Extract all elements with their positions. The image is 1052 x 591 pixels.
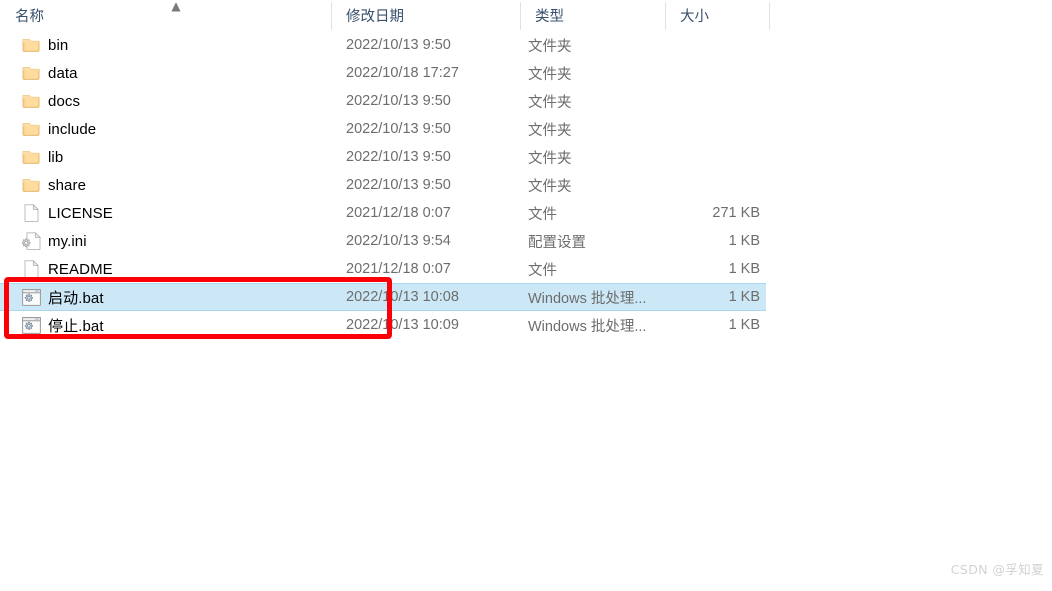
file-type-cell: 文件夹 bbox=[528, 38, 572, 55]
file-name-cell[interactable]: include bbox=[0, 115, 96, 143]
file-modified-cell: 2021/12/18 0:07 bbox=[346, 261, 451, 277]
file-modified-cell: 2022/10/18 17:27 bbox=[346, 65, 459, 81]
file-modified-cell: 2021/12/18 0:07 bbox=[346, 205, 451, 221]
column-divider[interactable] bbox=[769, 2, 770, 30]
file-row[interactable]: share 2022/10/13 9:50 文件夹 bbox=[0, 171, 766, 199]
file-size-cell: 271 KB bbox=[712, 205, 760, 221]
file-modified-cell: 2022/10/13 10:09 bbox=[346, 317, 459, 333]
file-row[interactable]: data 2022/10/18 17:27 文件夹 bbox=[0, 59, 766, 87]
file-list: bin 2022/10/13 9:50 文件夹 data 2022/10/18 17:2… bbox=[0, 31, 1052, 339]
file-type-cell: 文件 bbox=[528, 206, 557, 223]
file-name-label: 停止.bat bbox=[48, 317, 104, 335]
batch-file-icon bbox=[21, 287, 41, 307]
file-size-cell bbox=[600, 115, 760, 143]
file-size-cell: 1 KB bbox=[728, 261, 760, 277]
column-header-modified[interactable]: 修改日期 bbox=[331, 0, 520, 31]
blank-document-icon bbox=[21, 259, 41, 279]
file-name-cell[interactable]: data bbox=[0, 59, 78, 87]
file-row[interactable]: 启动.bat 2022/10/13 10:08 Windows 批处理... 1 KB bbox=[0, 283, 766, 311]
column-divider[interactable] bbox=[331, 2, 332, 30]
file-name-cell[interactable]: bin bbox=[0, 31, 68, 59]
file-size-cell bbox=[600, 59, 760, 87]
column-header-size-label: 大小 bbox=[680, 9, 709, 25]
file-type-cell: 文件 bbox=[528, 262, 557, 279]
column-divider[interactable] bbox=[665, 2, 666, 30]
file-size-cell bbox=[600, 31, 760, 59]
column-divider[interactable] bbox=[520, 2, 521, 30]
file-type-cell: 配置设置 bbox=[528, 234, 586, 251]
file-name-label: share bbox=[48, 176, 87, 194]
column-header-type[interactable]: 类型 bbox=[520, 0, 665, 31]
file-row[interactable]: 停止.bat 2022/10/13 10:09 Windows 批处理... 1 KB bbox=[0, 311, 766, 339]
file-name-label: data bbox=[48, 64, 78, 82]
file-name-label: README bbox=[48, 260, 113, 278]
file-name-label: 启动.bat bbox=[48, 289, 104, 307]
file-name-label: LICENSE bbox=[48, 204, 113, 222]
file-row[interactable]: include 2022/10/13 9:50 文件夹 bbox=[0, 115, 766, 143]
file-modified-cell: 2022/10/13 9:54 bbox=[346, 233, 451, 249]
file-row[interactable]: lib 2022/10/13 9:50 文件夹 bbox=[0, 143, 766, 171]
file-type-cell: 文件夹 bbox=[528, 122, 572, 139]
file-size-cell: 1 KB bbox=[728, 233, 760, 249]
file-modified-cell: 2022/10/13 9:50 bbox=[346, 149, 451, 165]
column-header-size[interactable]: 大小 bbox=[665, 0, 769, 31]
file-name-cell[interactable]: share bbox=[0, 171, 86, 199]
folder-icon bbox=[21, 119, 41, 139]
folder-icon bbox=[21, 35, 41, 55]
file-name-cell[interactable]: 启动.bat bbox=[0, 284, 104, 310]
file-size-cell bbox=[600, 171, 760, 199]
file-size-cell bbox=[600, 87, 760, 115]
file-name-cell[interactable]: README bbox=[0, 255, 113, 283]
file-name-label: bin bbox=[48, 36, 69, 54]
blank-document-icon bbox=[21, 203, 41, 223]
column-header-name[interactable]: 名称 bbox=[0, 0, 331, 31]
file-name-label: my.ini bbox=[48, 232, 87, 250]
batch-file-icon bbox=[21, 315, 41, 335]
file-type-cell: 文件夹 bbox=[528, 94, 572, 111]
file-row[interactable]: LICENSE 2021/12/18 0:07 文件 271 KB bbox=[0, 199, 766, 227]
file-row[interactable]: bin 2022/10/13 9:50 文件夹 bbox=[0, 31, 766, 59]
file-name-cell[interactable]: LICENSE bbox=[0, 199, 113, 227]
file-type-cell: 文件夹 bbox=[528, 66, 572, 83]
file-name-cell[interactable]: 停止.bat bbox=[0, 311, 104, 339]
folder-icon bbox=[21, 63, 41, 83]
file-modified-cell: 2022/10/13 9:50 bbox=[346, 121, 451, 137]
file-name-cell[interactable]: docs bbox=[0, 87, 80, 115]
file-type-cell: 文件夹 bbox=[528, 178, 572, 195]
column-header-row: 名称 修改日期 类型 大小 ▲ bbox=[0, 0, 1052, 31]
file-type-cell: 文件夹 bbox=[528, 150, 572, 167]
folder-icon bbox=[21, 175, 41, 195]
file-modified-cell: 2022/10/13 10:08 bbox=[346, 289, 459, 305]
sort-ascending-caret-icon: ▲ bbox=[171, 0, 181, 13]
csdn-watermark: CSDN @孚知夏 bbox=[950, 562, 1044, 577]
file-name-label: include bbox=[48, 120, 97, 138]
file-name-cell[interactable]: lib bbox=[0, 143, 63, 171]
file-size-cell: 1 KB bbox=[728, 289, 760, 305]
file-row[interactable]: README 2021/12/18 0:07 文件 1 KB bbox=[0, 255, 766, 283]
file-name-label: docs bbox=[48, 92, 81, 110]
column-header-modified-label: 修改日期 bbox=[346, 9, 404, 25]
file-size-cell bbox=[600, 143, 760, 171]
file-modified-cell: 2022/10/13 9:50 bbox=[346, 93, 451, 109]
column-header-name-label: 名称 bbox=[15, 9, 44, 25]
file-row[interactable]: my.ini 2022/10/13 9:54 配置设置 1 KB bbox=[0, 227, 766, 255]
file-modified-cell: 2022/10/13 9:50 bbox=[346, 37, 451, 53]
file-size-cell: 1 KB bbox=[728, 317, 760, 333]
file-name-cell[interactable]: my.ini bbox=[0, 227, 87, 255]
column-header-type-label: 类型 bbox=[535, 9, 564, 25]
file-name-label: lib bbox=[48, 148, 64, 166]
folder-icon bbox=[21, 147, 41, 167]
file-modified-cell: 2022/10/13 9:50 bbox=[346, 177, 451, 193]
config-settings-icon bbox=[21, 231, 41, 251]
file-row[interactable]: docs 2022/10/13 9:50 文件夹 bbox=[0, 87, 766, 115]
folder-icon bbox=[21, 91, 41, 111]
